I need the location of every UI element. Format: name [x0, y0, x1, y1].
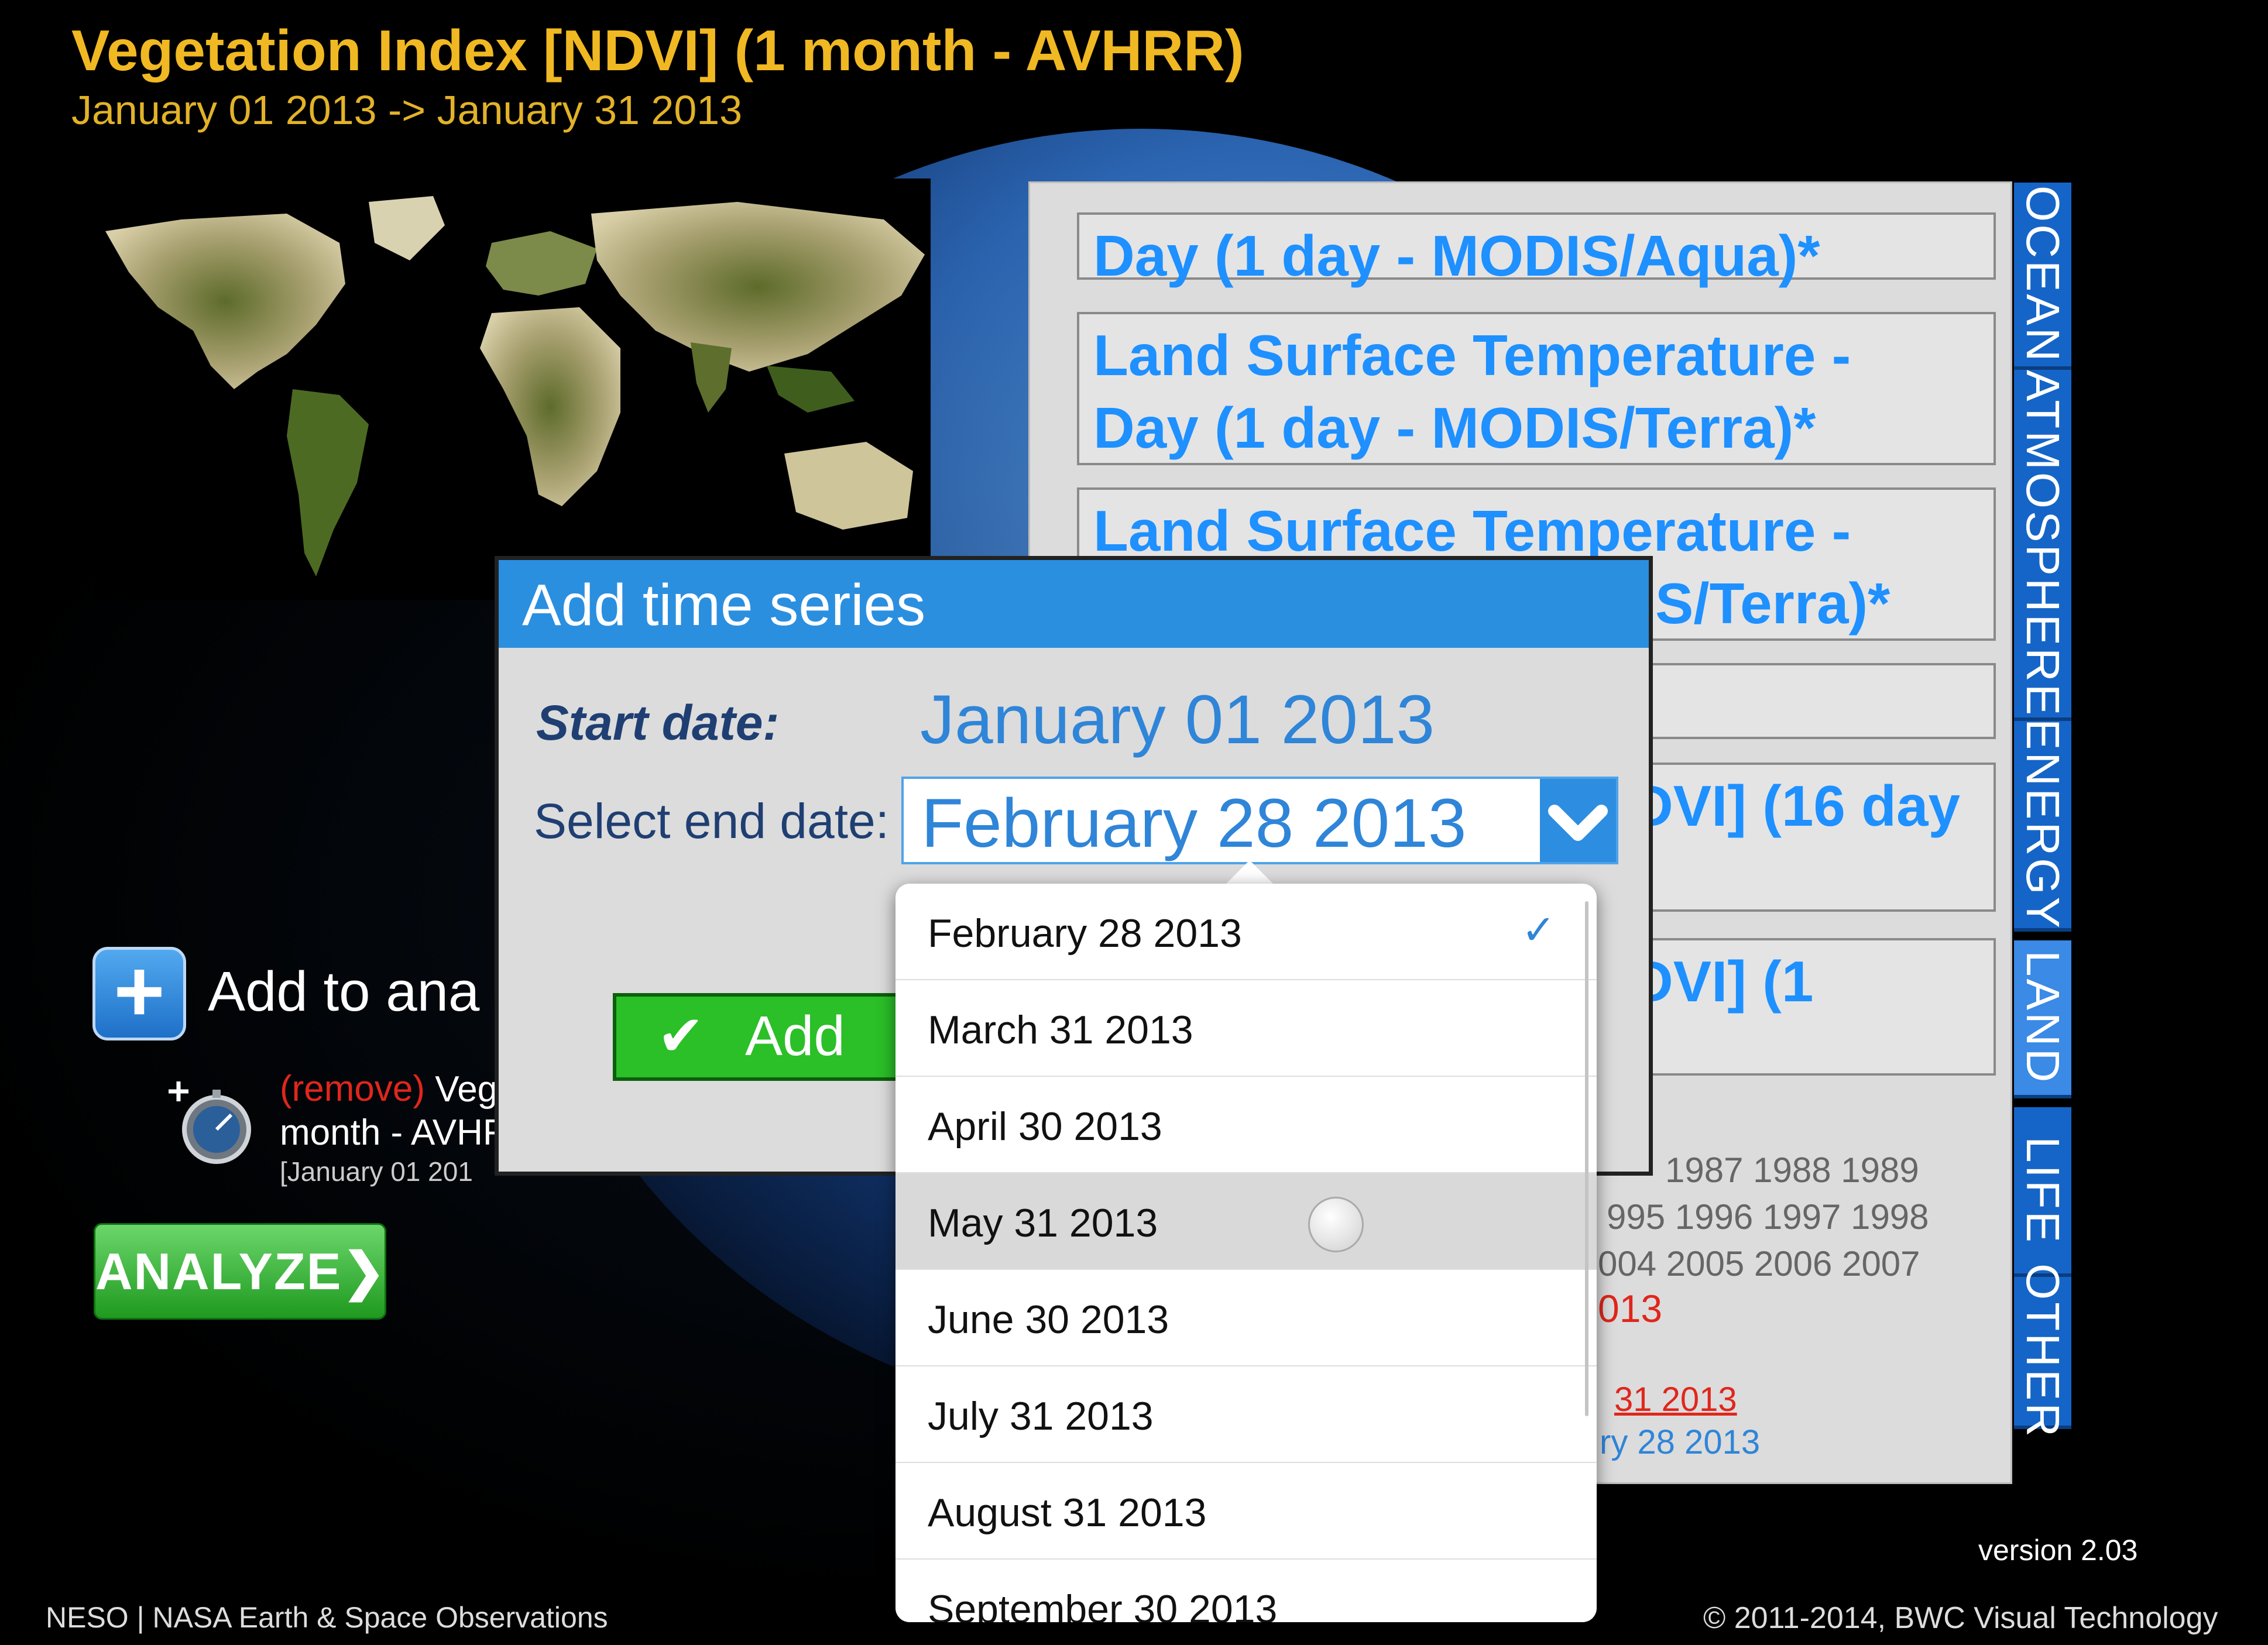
date-option[interactable]: September 30 2013 — [895, 1560, 1597, 1622]
end-date-select[interactable]: February 28 2013 — [901, 777, 1618, 864]
tab-label: LAND — [2017, 950, 2069, 1085]
analyze-button[interactable]: ANALYZE❯ — [94, 1223, 386, 1320]
date-option-label: May 31 2013 — [928, 1201, 1158, 1245]
chevron-right-icon: ❯ — [342, 1242, 387, 1300]
date-option-highlighted[interactable]: May 31 2013 — [895, 1173, 1597, 1270]
date-option-label: March 31 2013 — [928, 1008, 1193, 1052]
tab-ocean[interactable]: OCEAN — [2014, 183, 2071, 370]
layer-date-range: January 01 2013 -> January 31 2013 — [71, 87, 743, 133]
add-button[interactable]: ✔ Add — [613, 993, 941, 1081]
date-option-label: June 30 2013 — [928, 1297, 1169, 1342]
tab-label: ATMOSPHERE — [2017, 369, 2069, 718]
date-option-label: April 30 2013 — [928, 1104, 1162, 1149]
tab-label: OCEAN — [2017, 185, 2069, 364]
layer-option-label: Day (1 day - MODIS/Aqua)* — [1093, 224, 1820, 288]
checkmark-icon: ✓ — [1521, 907, 1556, 953]
copyright-label: © 2011-2014, BWC Visual Technology — [1703, 1601, 2218, 1635]
analyze-label: ANALYZE — [95, 1242, 342, 1300]
add-to-analysis-button[interactable]: + — [92, 947, 186, 1040]
tab-energy[interactable]: ENERGY — [2014, 719, 2071, 932]
end-date-options-list: February 28 2013 ✓ March 31 2013 April 3… — [895, 884, 1597, 1622]
date-option-label: September 30 2013 — [928, 1587, 1278, 1622]
start-date-value: January 01 2013 — [920, 681, 1435, 758]
date-option[interactable]: July 31 2013 — [895, 1366, 1597, 1463]
date-option-label: July 31 2013 — [928, 1394, 1154, 1438]
end-date-label: Select end date: — [534, 794, 890, 849]
date-option[interactable]: August 31 2013 — [895, 1463, 1597, 1560]
touch-indicator-icon — [1308, 1197, 1364, 1252]
tab-label: ENERGY — [2017, 719, 2069, 930]
date-option[interactable]: April 30 2013 — [895, 1077, 1597, 1173]
version-label: version 2.03 — [1978, 1534, 2138, 1567]
date-option[interactable]: February 28 2013 ✓ — [895, 884, 1597, 980]
list-scrollbar[interactable] — [1585, 901, 1588, 1416]
tab-other[interactable]: OTHER — [2014, 1263, 2071, 1439]
layer-option[interactable]: Day (1 day - MODIS/Aqua)* — [1077, 212, 1996, 288]
dropdown-pointer — [1223, 860, 1276, 887]
tab-atmosphere[interactable]: ATMOSPHERE — [2014, 370, 2071, 721]
date-option[interactable]: March 31 2013 — [895, 980, 1597, 1077]
layer-title: Vegetation Index [NDVI] (1 month - AVHRR… — [71, 18, 1244, 83]
analysis-item-name-line2: month - AVHF — [280, 1112, 505, 1153]
date-option-label: February 28 2013 — [928, 911, 1242, 956]
layer-option[interactable]: Land Surface Temperature - Day (1 day - … — [1077, 312, 1996, 465]
end-date-value: February 28 2013 — [921, 785, 1467, 862]
analysis-item-range: [January 01 201 — [280, 1156, 473, 1187]
layer-option-label: Land Surface Temperature - — [1093, 323, 1851, 387]
tab-life[interactable]: LIFE — [2014, 1107, 2071, 1277]
analysis-item-name: Veg — [435, 1069, 498, 1110]
plus-icon: + — [114, 942, 165, 1040]
check-icon: ✔ — [657, 1005, 705, 1067]
chevron-down-icon[interactable] — [1540, 779, 1616, 862]
tab-label: OTHER — [2017, 1263, 2069, 1439]
start-date-label: Start date: — [536, 695, 780, 750]
add-to-analysis-label: Add to ana — [208, 960, 480, 1023]
world-map-image — [105, 196, 925, 576]
layer-option-label-line2: Day (1 day - MODIS/Terra)* — [1093, 396, 1816, 460]
category-tabs: OCEAN ATMOSPHERE ENERGY LAND LIFE OTHER — [2014, 183, 2071, 1439]
footer-brand: NESO | NASA Earth & Space Observations — [46, 1601, 608, 1634]
add-button-label: Add — [745, 1005, 845, 1067]
stopwatch-icon — [167, 1077, 255, 1165]
world-ndvi-map — [94, 178, 931, 600]
date-option-label: August 31 2013 — [928, 1491, 1207, 1535]
dialog-header: Add time series — [499, 560, 1649, 648]
tab-label: LIFE — [2017, 1136, 2069, 1245]
tab-land[interactable]: LAND — [2014, 940, 2071, 1098]
dialog-title: Add time series — [522, 572, 926, 638]
date-option[interactable]: June 30 2013 — [895, 1270, 1597, 1366]
